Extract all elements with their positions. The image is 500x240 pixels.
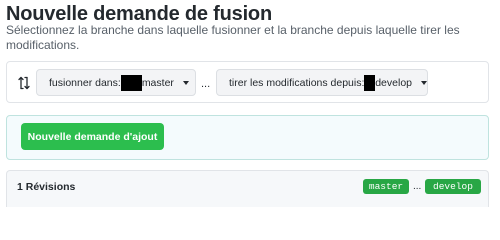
new-pull-request-button[interactable]: Nouvelle demande d'ajout	[21, 123, 164, 150]
revisions-header: 1 Révisions master ... develop	[6, 170, 489, 207]
compare-arrows-icon[interactable]	[17, 76, 31, 90]
base-branch-label: fusionner dans:	[49, 76, 121, 89]
tag-separator: ...	[413, 181, 422, 192]
base-branch-tag: master	[363, 179, 409, 194]
revisions-count: 1 Révisions	[17, 181, 76, 193]
redacted-owner	[364, 74, 376, 91]
base-branch-name: master	[141, 76, 174, 89]
redacted-owner	[120, 74, 142, 91]
head-branch-label: tirer les modifications depuis:	[229, 76, 365, 89]
chevron-down-icon	[182, 80, 189, 85]
chevron-down-icon	[421, 80, 427, 85]
page-description: Sélectionnez la branche dans laquelle fu…	[6, 23, 460, 52]
head-branch-tag: develop	[425, 179, 481, 194]
branch-selector-bar: fusionner dans: master ... tirer les mod…	[6, 61, 489, 103]
base-branch-dropdown[interactable]: fusionner dans: master	[36, 69, 196, 96]
head-branch-name: develop	[375, 76, 412, 89]
branch-separator: ...	[201, 78, 211, 90]
create-pull-request-panel: Nouvelle demande d'ajout	[6, 115, 489, 160]
head-branch-dropdown[interactable]: tirer les modifications depuis: develop	[216, 69, 428, 96]
